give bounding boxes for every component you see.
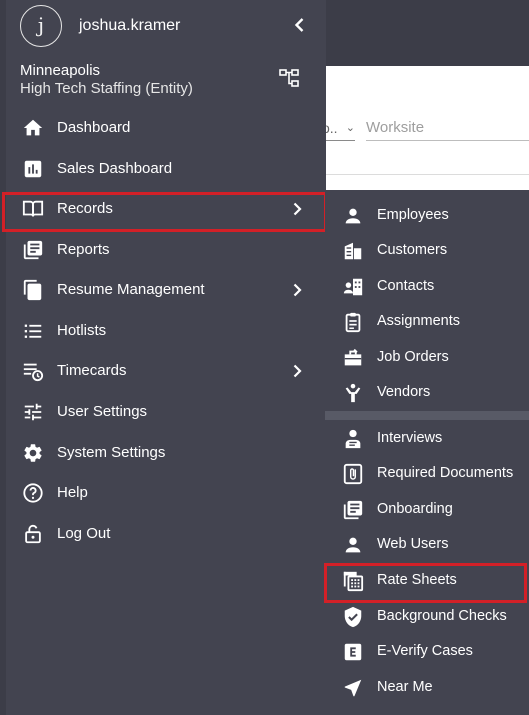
clipboard-icon	[342, 311, 364, 333]
submenu-label: Interviews	[377, 430, 443, 446]
worksite-placeholder: Worksite	[366, 119, 425, 136]
vendor-icon	[342, 382, 364, 404]
shield-check-icon	[342, 606, 364, 628]
nav-item-log-out[interactable]: Log Out	[6, 516, 326, 552]
bar-chart-icon	[22, 158, 44, 180]
submenu-label: Near Me	[377, 679, 433, 695]
submenu-label: Employees	[377, 207, 449, 223]
submenu-label: Required Documents	[377, 465, 514, 481]
chevron-down-icon: ⌄	[345, 122, 355, 134]
submenu-label: Web Users	[377, 536, 449, 552]
nav-item-resume-management[interactable]: Resume Management	[6, 272, 326, 308]
submenu-item-interviews[interactable]: Interviews	[325, 421, 529, 455]
e-verify-icon	[342, 641, 364, 663]
navigation-arrow-icon	[342, 677, 364, 699]
submenu-label: Background Checks	[377, 608, 507, 624]
interview-icon	[342, 428, 364, 450]
submenu-item-e-verify-cases[interactable]: E-Verify Cases	[325, 634, 529, 668]
sliders-icon	[22, 401, 44, 423]
list-icon	[22, 320, 44, 342]
worksite-input[interactable]: Worksite	[366, 117, 529, 141]
gear-icon	[22, 442, 44, 464]
nav-label: System Settings	[57, 444, 166, 461]
nav-item-help[interactable]: Help	[6, 475, 326, 511]
chevron-right-icon	[288, 281, 306, 299]
contacts-icon	[342, 276, 364, 298]
submenu-label: E-Verify Cases	[377, 643, 473, 659]
username: joshua.kramer	[79, 17, 181, 34]
submenu-item-employees[interactable]: Employees	[325, 198, 529, 232]
nav-label: Hotlists	[57, 322, 107, 339]
submenu-item-contacts[interactable]: Contacts	[325, 269, 529, 303]
background-select[interactable]: o.. ⌄	[322, 117, 355, 141]
content-divider	[326, 174, 529, 175]
documents-icon	[22, 279, 44, 301]
person-icon	[342, 205, 364, 227]
submenu-item-job-orders[interactable]: Job Orders	[325, 340, 529, 374]
submenu-label: Assignments	[377, 313, 461, 329]
nav-item-system-settings[interactable]: System Settings	[6, 435, 326, 471]
nav-item-sales-dashboard[interactable]: Sales Dashboard	[6, 151, 326, 187]
avatar[interactable]: j	[20, 5, 62, 47]
submenu-item-customers[interactable]: Customers	[325, 233, 529, 267]
entity-info: Minneapolis High Tech Staffing (Entity)	[20, 62, 270, 98]
timecard-icon	[22, 360, 44, 382]
job-orders-icon	[342, 347, 364, 369]
nav-item-user-settings[interactable]: User Settings	[6, 394, 326, 430]
submenu-separator	[325, 411, 529, 420]
submenu-item-background-checks[interactable]: Background Checks	[325, 599, 529, 633]
submenu-label: Customers	[377, 242, 448, 258]
help-icon	[22, 482, 44, 504]
submenu-label: Contacts	[377, 278, 435, 294]
home-icon	[22, 117, 44, 139]
nav-label: User Settings	[57, 403, 148, 420]
submenu-label: Job Orders	[377, 349, 449, 365]
reports-icon	[22, 239, 44, 261]
nav-label: Help	[57, 484, 88, 501]
org-hierarchy-icon[interactable]	[278, 67, 300, 89]
nav-item-timecards[interactable]: Timecards	[6, 353, 326, 389]
onboarding-icon	[342, 499, 364, 521]
nav-item-dashboard[interactable]: Dashboard	[6, 110, 326, 146]
records-highlight-box	[2, 192, 327, 232]
paperclip-icon	[342, 463, 364, 485]
submenu-item-assignments[interactable]: Assignments	[325, 304, 529, 338]
submenu-item-web-users[interactable]: Web Users	[325, 527, 529, 561]
user-header: j joshua.kramer	[20, 5, 310, 47]
nav-label: Sales Dashboard	[57, 160, 173, 177]
submenu-label: Vendors	[377, 384, 431, 400]
chevron-right-icon	[288, 362, 306, 380]
collapse-sidebar-button[interactable]	[290, 15, 310, 35]
submenu-label: Onboarding	[377, 501, 453, 517]
submenu-item-onboarding[interactable]: Onboarding	[325, 492, 529, 526]
submenu-item-near-me[interactable]: Near Me	[325, 670, 529, 704]
chevron-left-icon	[294, 18, 304, 32]
entity-city: Minneapolis	[20, 62, 101, 79]
entity-name: High Tech Staffing (Entity)	[20, 80, 193, 97]
building-icon	[342, 240, 364, 262]
nav-item-hotlists[interactable]: Hotlists	[6, 313, 326, 349]
nav-label: Timecards	[57, 362, 127, 379]
nav-label: Dashboard	[57, 119, 131, 136]
rate-sheets-highlight-box	[324, 563, 527, 603]
nav-item-reports[interactable]: Reports	[6, 232, 326, 268]
submenu-item-vendors[interactable]: Vendors	[325, 375, 529, 409]
sidebar: j joshua.kramer Minneapolis High Tech St…	[2, 0, 327, 715]
submenu-item-required-documents[interactable]: Required Documents	[325, 456, 529, 490]
nav-label: Log Out	[57, 525, 111, 542]
nav-label: Resume Management	[57, 281, 205, 298]
person-icon	[342, 534, 364, 556]
lock-icon	[22, 523, 44, 545]
records-submenu: Employees Customers Contacts Assignments…	[324, 190, 529, 715]
nav-label: Reports	[57, 241, 110, 258]
